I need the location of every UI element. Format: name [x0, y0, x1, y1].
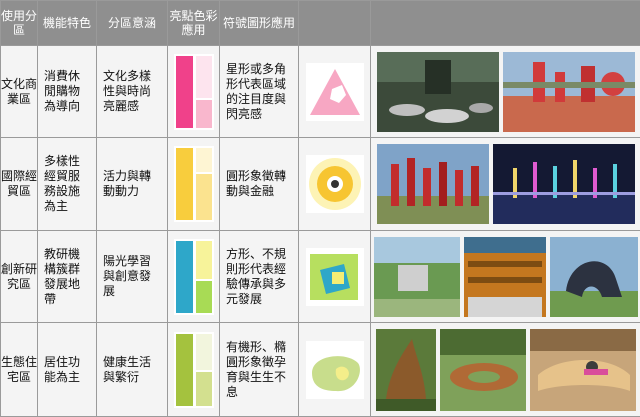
photo-cell — [370, 44, 640, 139]
symbol-description: 圓形象徵轉動與金融 — [219, 137, 299, 231]
symbol-graphic-cell — [298, 322, 371, 417]
header-symbol-graphic — [298, 0, 371, 46]
color-swatch — [173, 53, 214, 130]
zone-name: 生態住宅區 — [0, 322, 38, 417]
color-swatch-cell — [167, 137, 220, 231]
research-photo-2 — [463, 236, 546, 317]
color-swatch-cell — [167, 229, 220, 324]
zone-table: 使用分區 機能特色 分區意涵 亮點色彩應用 符號圖形應用 文化商業區 消費休閒購… — [0, 0, 640, 417]
trade-photo-2 — [492, 144, 635, 225]
eco-photo-3 — [529, 328, 636, 411]
eco-photo-2 — [439, 328, 526, 411]
table-row-trade: 國際經貿區 多樣性經貿服務設施為主 活力與轉動動力 圓形象徵轉動與金融 — [0, 137, 640, 231]
eco-photo-1 — [375, 328, 436, 411]
header-feature: 機能特色 — [37, 0, 97, 46]
symbol-graphic-cell — [298, 44, 371, 139]
zone-feature: 居住功能為主 — [37, 322, 97, 417]
zone-name: 文化商業區 — [0, 44, 38, 139]
square-shape-icon — [300, 247, 370, 306]
culture-photo-1 — [376, 51, 499, 132]
header-symbol: 符號圖形應用 — [219, 0, 299, 46]
symbol-description: 星形或多角形代表區域的注目度與閃亮感 — [219, 44, 299, 139]
star-polygon-icon — [300, 62, 370, 121]
zone-feature: 教研機構簇群發展地帶 — [37, 229, 97, 324]
trade-photo-1 — [376, 144, 489, 225]
header-colors: 亮點色彩應用 — [167, 0, 220, 46]
color-swatch — [173, 238, 214, 315]
table-row-culture: 文化商業區 消費休閒購物為導向 文化多樣性與時尚亮麗感 星形或多角形代表區域的注… — [0, 44, 640, 139]
research-photo-1 — [373, 236, 460, 317]
symbol-graphic-cell — [298, 229, 371, 324]
color-swatch-cell — [167, 322, 220, 417]
zone-meaning: 健康生活與繁衍 — [96, 322, 168, 417]
color-swatch — [173, 331, 214, 408]
zone-feature: 多樣性經貿服務設施為主 — [37, 137, 97, 231]
symbol-description: 有機形、橢圓形象徵孕育與生生不息 — [219, 322, 299, 417]
photo-cell — [370, 229, 640, 324]
photo-cell — [370, 322, 640, 417]
organic-oval-icon — [300, 340, 370, 399]
header-zone: 使用分區 — [0, 0, 38, 46]
table-row-eco: 生態住宅區 居住功能為主 健康生活與繁衍 有機形、橢圓形象徵孕育與生生不息 — [0, 322, 640, 417]
header-photos — [370, 0, 640, 46]
table-row-research: 創新研究區 教研機構簇群發展地帶 陽光學習與創意發展 方形、不規則形代表經驗傳承… — [0, 229, 640, 324]
symbol-graphic-cell — [298, 137, 371, 231]
zone-meaning: 陽光學習與創意發展 — [96, 229, 168, 324]
culture-photo-2 — [502, 51, 635, 132]
header-row: 使用分區 機能特色 分區意涵 亮點色彩應用 符號圖形應用 — [0, 0, 640, 46]
circle-ring-icon — [300, 155, 370, 214]
header-meaning: 分區意涵 — [96, 0, 168, 46]
color-swatch — [173, 146, 214, 223]
zone-name: 國際經貿區 — [0, 137, 38, 231]
symbol-description: 方形、不規則形代表經驗傳承與多元發展 — [219, 229, 299, 324]
color-swatch-cell — [167, 44, 220, 139]
research-photo-3 — [549, 236, 638, 317]
zone-meaning: 活力與轉動動力 — [96, 137, 168, 231]
zone-name: 創新研究區 — [0, 229, 38, 324]
photo-cell — [370, 137, 640, 231]
zone-feature: 消費休閒購物為導向 — [37, 44, 97, 139]
zone-meaning: 文化多樣性與時尚亮麗感 — [96, 44, 168, 139]
